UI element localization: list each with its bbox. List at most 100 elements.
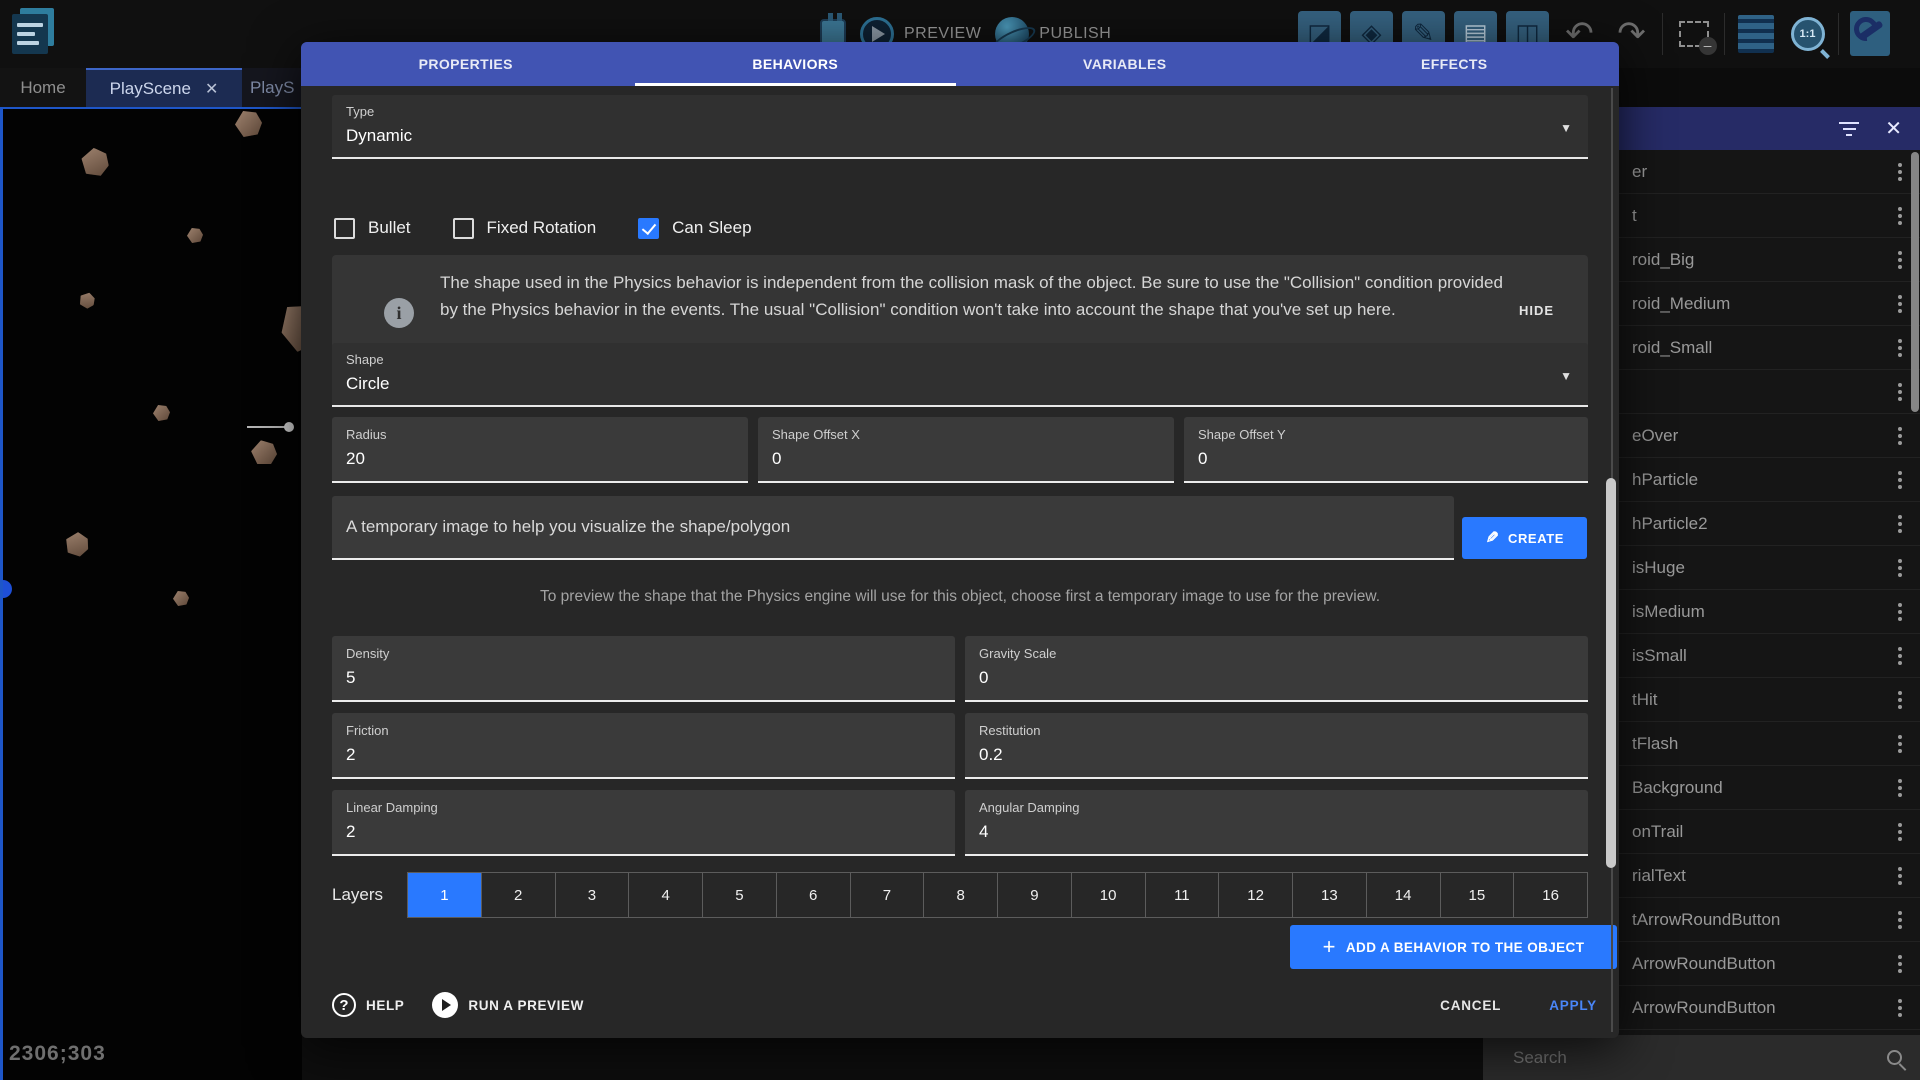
layer-button-6[interactable]: 6 [777, 873, 851, 917]
tab-behaviors[interactable]: BEHAVIORS [631, 42, 961, 86]
dialog-tabbar: PROPERTIES BEHAVIORS VARIABLES EFFECTS [301, 42, 1619, 86]
grid-icon[interactable] [1734, 11, 1777, 56]
gravity-scale-field[interactable]: Gravity Scale 0 [965, 636, 1588, 702]
preview-label: PREVIEW [904, 25, 981, 43]
layer-button-10[interactable]: 10 [1072, 873, 1146, 917]
scene-origin-handle[interactable] [0, 580, 12, 598]
plus-icon: + [1323, 934, 1336, 960]
shape-offset-x-field[interactable]: Shape Offset X 0 [758, 417, 1174, 483]
type-label: Type [346, 104, 374, 119]
restitution-field[interactable]: Restitution 0.2 [965, 713, 1588, 779]
tab-variables[interactable]: VARIABLES [960, 42, 1290, 86]
asteroid-object[interactable] [277, 302, 302, 354]
kebab-menu-icon[interactable] [1880, 647, 1920, 665]
tab-playscene-events[interactable]: PlayS [242, 68, 302, 107]
kebab-menu-icon[interactable] [1880, 867, 1920, 885]
layer-button-16[interactable]: 16 [1514, 873, 1587, 917]
friction-label: Friction [346, 723, 389, 738]
tab-playscene[interactable]: PlayScene ✕ [86, 68, 242, 107]
layer-button-11[interactable]: 11 [1146, 873, 1220, 917]
asteroid-object[interactable] [187, 228, 203, 243]
tab-properties[interactable]: PROPERTIES [301, 42, 631, 86]
kebab-menu-icon[interactable] [1880, 823, 1920, 841]
create-button[interactable]: ✎ CREATE [1462, 517, 1587, 559]
layers-row: Layers 1 2 3 4 5 6 7 8 9 10 11 12 13 14 … [332, 871, 1588, 919]
cancel-button[interactable]: CANCEL [1440, 998, 1501, 1013]
kebab-menu-icon[interactable] [1880, 559, 1920, 577]
layer-button-9[interactable]: 9 [998, 873, 1072, 917]
layer-button-3[interactable]: 3 [556, 873, 630, 917]
linear-damping-value: 2 [346, 822, 355, 842]
angular-damping-field[interactable]: Angular Damping 4 [965, 790, 1588, 856]
asteroid-object[interactable] [76, 290, 98, 312]
zoom-ratio-label: 1:1 [1791, 17, 1825, 51]
deselect-area-icon[interactable] [1672, 11, 1715, 56]
filter-icon[interactable] [1839, 122, 1859, 136]
kebab-menu-icon[interactable] [1880, 691, 1920, 709]
preview-helper-text: To preview the shape that the Physics en… [301, 588, 1619, 606]
asteroid-object[interactable] [235, 111, 262, 137]
kebab-menu-icon[interactable] [1880, 999, 1920, 1017]
close-icon[interactable]: ✕ [1885, 116, 1902, 141]
linear-damping-field[interactable]: Linear Damping 2 [332, 790, 955, 856]
turret-object[interactable] [247, 426, 289, 428]
asteroid-object[interactable] [61, 529, 93, 561]
angular-damping-label: Angular Damping [979, 800, 1079, 815]
layer-button-2[interactable]: 2 [482, 873, 556, 917]
help-button[interactable]: ? HELP [332, 993, 404, 1017]
kebab-menu-icon[interactable] [1880, 603, 1920, 621]
layer-button-15[interactable]: 15 [1441, 873, 1515, 917]
asteroid-object[interactable] [173, 591, 189, 606]
bullet-label: Bullet [368, 218, 411, 238]
chevron-down-icon: ▼ [1560, 369, 1572, 383]
project-manager-icon[interactable] [12, 8, 54, 54]
temp-image-placeholder: A temporary image to help you visualize … [346, 517, 790, 537]
question-icon: ? [332, 993, 356, 1017]
layer-button-7[interactable]: 7 [851, 873, 925, 917]
checkbox-checked-icon [638, 218, 659, 239]
friction-field[interactable]: Friction 2 [332, 713, 955, 779]
layer-button-14[interactable]: 14 [1367, 873, 1441, 917]
layer-button-8[interactable]: 8 [924, 873, 998, 917]
layer-button-5[interactable]: 5 [703, 873, 777, 917]
add-behavior-label: ADD A BEHAVIOR TO THE OBJECT [1346, 940, 1584, 955]
kebab-menu-icon[interactable] [1880, 911, 1920, 929]
project-settings-icon[interactable] [1848, 11, 1891, 56]
tab-home[interactable]: Home [0, 68, 86, 107]
kebab-menu-icon[interactable] [1880, 955, 1920, 973]
density-field[interactable]: Density 5 [332, 636, 955, 702]
bullet-checkbox[interactable]: Bullet [334, 218, 411, 239]
kebab-menu-icon[interactable] [1880, 779, 1920, 797]
apply-button[interactable]: APPLY [1549, 998, 1597, 1013]
kebab-menu-icon[interactable] [1880, 515, 1920, 533]
kebab-menu-icon[interactable] [1880, 427, 1920, 445]
shape-offset-y-label: Shape Offset Y [1198, 427, 1286, 442]
layer-button-1[interactable]: 1 [408, 873, 482, 917]
radius-field[interactable]: Radius 20 [332, 417, 748, 483]
kebab-menu-icon[interactable] [1880, 735, 1920, 753]
run-preview-button[interactable]: RUN A PREVIEW [432, 992, 584, 1018]
fixed-rotation-checkbox[interactable]: Fixed Rotation [453, 218, 597, 239]
layer-button-4[interactable]: 4 [629, 873, 703, 917]
shape-offset-y-field[interactable]: Shape Offset Y 0 [1184, 417, 1588, 483]
layer-button-13[interactable]: 13 [1293, 873, 1367, 917]
tab-close-icon[interactable]: ✕ [205, 79, 218, 99]
tab-effects[interactable]: EFFECTS [1290, 42, 1620, 86]
temp-image-field[interactable]: A temporary image to help you visualize … [332, 496, 1454, 560]
layer-button-12[interactable]: 12 [1219, 873, 1293, 917]
asteroid-object[interactable] [249, 439, 279, 467]
sidebar-scrollbar[interactable] [1911, 152, 1919, 412]
shape-select[interactable]: Shape Circle ▼ [332, 343, 1588, 407]
zoom-ratio-icon[interactable]: 1:1 [1786, 11, 1829, 56]
shape-offset-y-value: 0 [1198, 449, 1207, 469]
dialog-scrollbar-thumb[interactable] [1606, 478, 1616, 868]
object-search-box[interactable]: Search [1483, 1035, 1920, 1080]
add-behavior-button[interactable]: + ADD A BEHAVIOR TO THE OBJECT [1290, 925, 1617, 969]
can-sleep-checkbox[interactable]: Can Sleep [638, 218, 751, 239]
kebab-menu-icon[interactable] [1880, 471, 1920, 489]
hide-button[interactable]: HIDE [1519, 303, 1554, 318]
asteroid-object[interactable] [153, 405, 170, 421]
scene-canvas[interactable]: 2306;303 [0, 107, 302, 1080]
type-select[interactable]: Type Dynamic ▼ [332, 95, 1588, 159]
asteroid-object[interactable] [78, 145, 113, 179]
